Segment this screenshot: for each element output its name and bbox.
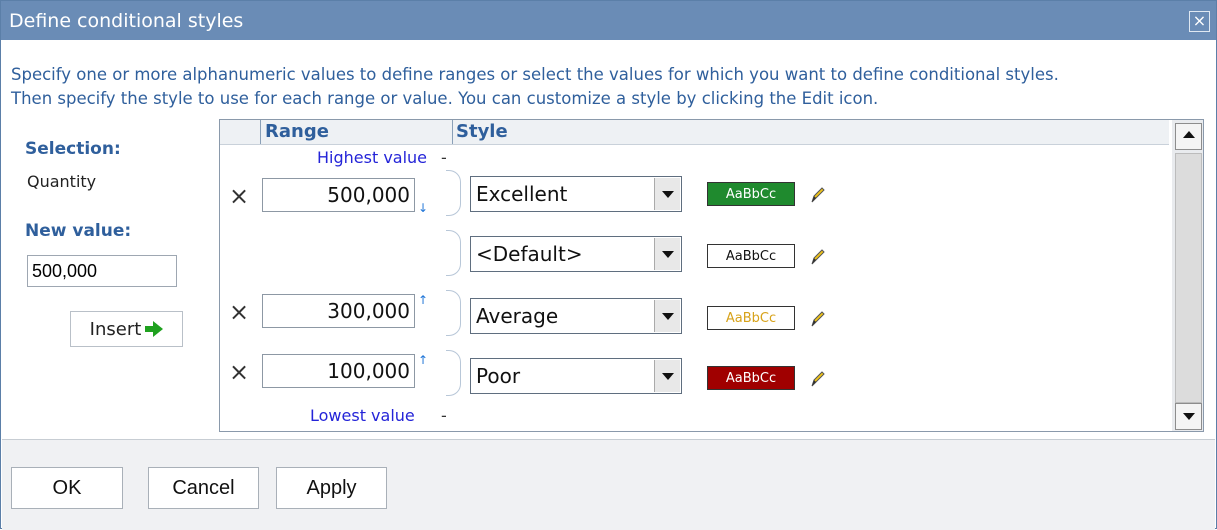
down-arrow-icon[interactable]: ↓ [416, 198, 430, 218]
selected-style-text: Poor [476, 364, 521, 388]
dropdown-icon[interactable] [654, 300, 680, 332]
lowest-value-label: Lowest value [310, 406, 415, 425]
range-brace-icon [446, 230, 461, 276]
selected-style-text: <Default> [476, 242, 583, 266]
green-arrow-icon [145, 321, 164, 337]
style-select[interactable]: Average [470, 298, 682, 334]
instructions-text: Specify one or more alphanumeric values … [11, 63, 1211, 111]
conditional-styles-panel: Range Style Highest value - × 500,000 ↓ … [219, 119, 1204, 432]
apply-button[interactable]: Apply [276, 467, 387, 509]
edit-pencil-icon[interactable] [810, 186, 826, 204]
dropdown-icon[interactable] [654, 238, 680, 270]
column-headers: Range Style [220, 120, 1169, 145]
title-bar: Define conditional styles × [1, 1, 1216, 40]
range-value-input[interactable]: 100,000 [262, 354, 415, 388]
range-value-input[interactable]: 500,000 [262, 178, 415, 212]
up-arrow-icon[interactable]: ↑ [416, 290, 430, 310]
dialog-footer: OK Cancel Apply [2, 439, 1215, 530]
delete-range-button[interactable]: × [228, 298, 250, 326]
highest-value-label: Highest value [317, 148, 428, 167]
selected-style-text: Excellent [476, 182, 568, 206]
ok-button[interactable]: OK [11, 467, 123, 509]
up-arrow-icon[interactable]: ↑ [416, 350, 430, 370]
selected-style-text: Average [476, 304, 559, 328]
dash: - [441, 148, 447, 167]
dropdown-icon[interactable] [654, 178, 680, 210]
insert-label: Insert [89, 318, 142, 340]
instruction-line: Then specify the style to use for each r… [11, 89, 879, 108]
new-value-label: New value: [25, 221, 132, 241]
style-select[interactable]: Excellent [470, 176, 682, 212]
scroll-down-button[interactable] [1175, 403, 1202, 430]
dash: - [441, 406, 447, 425]
dialog-title: Define conditional styles [9, 10, 244, 32]
edit-pencil-icon[interactable] [810, 248, 826, 266]
style-preview: AaBbCc [707, 244, 795, 268]
scroll-thumb[interactable] [1175, 153, 1202, 403]
style-header: Style [456, 121, 508, 142]
edit-pencil-icon[interactable] [810, 310, 826, 328]
selection-label: Selection: [25, 139, 121, 159]
vertical-scrollbar[interactable] [1172, 120, 1203, 431]
range-brace-icon [446, 350, 461, 396]
dropdown-icon[interactable] [654, 360, 680, 392]
range-value-input[interactable]: 300,000 [262, 294, 415, 328]
style-preview: AaBbCc [707, 366, 795, 390]
cancel-button[interactable]: Cancel [148, 467, 259, 509]
style-select[interactable]: <Default> [470, 236, 682, 272]
delete-range-button[interactable]: × [228, 358, 250, 386]
style-preview: AaBbCc [707, 306, 795, 330]
range-brace-icon [446, 170, 461, 216]
header-separator [260, 120, 261, 144]
insert-button[interactable]: Insert [70, 311, 183, 347]
range-header: Range [265, 121, 329, 142]
define-conditional-styles-dialog: Define conditional styles × Specify one … [0, 0, 1217, 530]
delete-range-button[interactable]: × [228, 182, 250, 210]
header-separator [452, 120, 453, 144]
style-select[interactable]: Poor [470, 358, 682, 394]
down-triangle-icon [1183, 413, 1195, 420]
new-value-input[interactable] [27, 255, 177, 287]
range-brace-icon [446, 290, 461, 336]
instruction-line: Specify one or more alphanumeric values … [11, 65, 1059, 84]
up-triangle-icon [1183, 131, 1195, 138]
selection-value: Quantity [27, 172, 97, 191]
edit-pencil-icon[interactable] [810, 370, 826, 388]
close-button[interactable]: × [1189, 11, 1210, 32]
scroll-up-button[interactable] [1175, 123, 1202, 150]
style-preview: AaBbCc [707, 182, 795, 206]
